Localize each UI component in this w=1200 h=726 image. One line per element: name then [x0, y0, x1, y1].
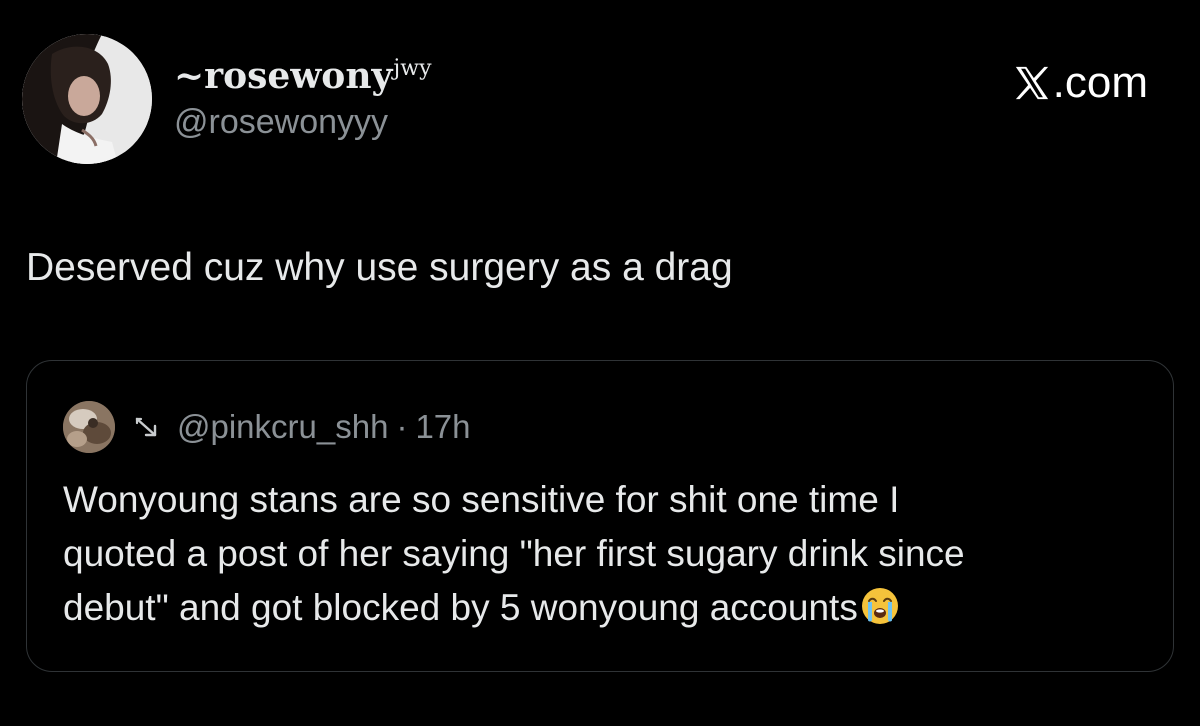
author-name-block: ~rosewonyjwy @rosewonyyy: [174, 56, 432, 142]
dot-separator: ·: [396, 408, 408, 445]
quoted-tweet-line: Wonyoung stans are so sensitive for shit…: [63, 479, 900, 520]
loudly-crying-face-emoji-icon: [860, 586, 900, 626]
quoted-tweet-line: quoted a post of her saying "her first s…: [63, 533, 965, 574]
platform-logo: .com: [1013, 58, 1148, 108]
display-name-suffix: jwy: [393, 56, 432, 81]
quoted-tweet-card[interactable]: @pinkcru_shh · 17h Wonyoung stans are so…: [26, 360, 1174, 672]
quoted-tweet-header: @pinkcru_shh · 17h: [63, 399, 471, 455]
profile-photo-avatar-icon: [22, 34, 152, 164]
quoted-tweet-text: Wonyoung stans are so sensitive for shit…: [63, 473, 1143, 635]
quoted-tweet-line-text: debut" and got blocked by 5 wonyoung acc…: [63, 587, 858, 628]
quoted-author-handle[interactable]: @pinkcru_shh: [177, 407, 388, 447]
author-display-name[interactable]: ~rosewonyjwy: [174, 56, 432, 96]
tweet-header: ~rosewonyjwy @rosewonyyy .com: [22, 34, 1178, 166]
quoted-tweet-timestamp[interactable]: 17h: [415, 407, 470, 447]
tweet-text: Deserved cuz why use surgery as a drag: [26, 246, 733, 289]
author-handle[interactable]: @rosewonyyy: [174, 102, 432, 142]
x-logo-icon: [1013, 64, 1051, 102]
display-name-text: ~rosewony: [174, 55, 393, 97]
quoted-tweet-line-last: debut" and got blocked by 5 wonyoung acc…: [63, 581, 1143, 635]
quoted-author-avatar[interactable]: [63, 401, 115, 453]
platform-label: .com: [1052, 58, 1148, 107]
author-avatar[interactable]: [22, 34, 152, 164]
profile-photo-avatar-icon: [63, 401, 115, 453]
arrow-icon: [133, 413, 161, 441]
